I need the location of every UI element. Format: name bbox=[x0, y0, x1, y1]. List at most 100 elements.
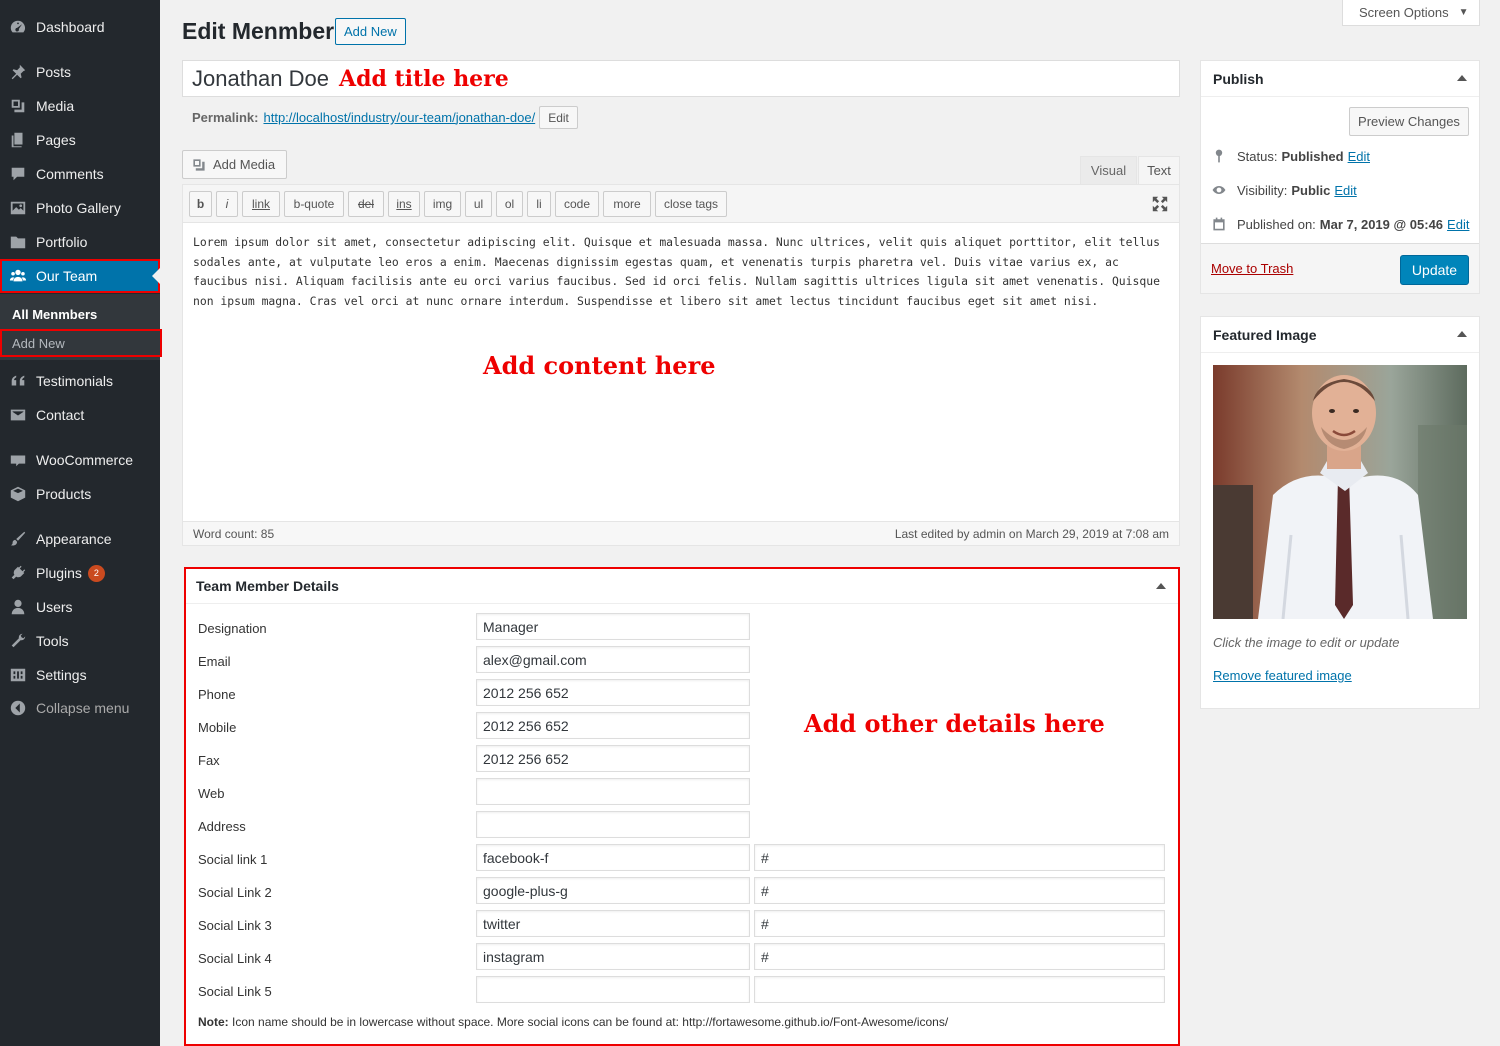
team-details-heading: Team Member Details bbox=[196, 578, 339, 594]
social-link-3-icon-input[interactable]: twitter bbox=[476, 910, 750, 937]
menu-label: Appearance bbox=[36, 531, 112, 547]
update-button[interactable]: Update bbox=[1400, 255, 1469, 285]
qt-link-button[interactable]: link bbox=[242, 191, 280, 217]
quote-icon bbox=[0, 372, 36, 390]
designation-input[interactable]: Manager bbox=[476, 613, 750, 640]
mobile-input[interactable]: 2012 256 652 bbox=[476, 712, 750, 739]
permalink-slug: jonathan-doe/ bbox=[455, 110, 536, 125]
qt-bold-button[interactable]: b bbox=[189, 191, 212, 217]
qt-img-button[interactable]: img bbox=[424, 191, 461, 217]
social-link-1-icon-input[interactable]: facebook-f bbox=[476, 844, 750, 871]
permalink-link[interactable]: http://localhost/industry/our-team/jonat… bbox=[263, 110, 535, 125]
menu-label: Our Team bbox=[36, 268, 98, 284]
tab-text[interactable]: Text bbox=[1138, 156, 1180, 184]
menu-portfolio[interactable]: Portfolio bbox=[0, 225, 160, 259]
status-value: Published bbox=[1281, 148, 1344, 164]
qt-ins-button[interactable]: ins bbox=[388, 191, 420, 217]
menu-label: Contact bbox=[36, 407, 85, 423]
featured-image-thumbnail[interactable] bbox=[1213, 365, 1467, 619]
add-new-button[interactable]: Add New bbox=[335, 18, 406, 45]
qt-ol-button[interactable]: ol bbox=[496, 191, 523, 217]
preview-changes-button[interactable]: Preview Changes bbox=[1349, 107, 1469, 136]
menu-testimonials[interactable]: Testimonials bbox=[0, 364, 160, 398]
collapse-menu[interactable]: Collapse menu bbox=[0, 691, 160, 725]
pin-marker-icon bbox=[1215, 149, 1223, 163]
qt-code-button[interactable]: code bbox=[555, 191, 599, 217]
featured-image-heading: Featured Image bbox=[1213, 326, 1317, 343]
menu-label: Collapse menu bbox=[36, 700, 130, 716]
social-link-3-url-input[interactable]: # bbox=[754, 910, 1165, 937]
social-link-4-url-input[interactable]: # bbox=[754, 943, 1165, 970]
web-input[interactable] bbox=[476, 778, 750, 805]
social-link-5-url-input[interactable] bbox=[754, 976, 1165, 1003]
menu-posts[interactable]: Posts bbox=[0, 55, 160, 89]
permalink-row: Permalink: http://localhost/industry/our… bbox=[192, 106, 578, 129]
qt-more-button[interactable]: more bbox=[603, 191, 651, 217]
admin-sidebar: Dashboard Posts Media Pages Comments Pho… bbox=[0, 0, 162, 1046]
email-label: Email bbox=[198, 654, 231, 669]
tab-visual[interactable]: Visual bbox=[1080, 156, 1137, 184]
menu-products[interactable]: Products bbox=[0, 477, 160, 511]
team-details-header[interactable]: Team Member Details bbox=[186, 569, 1178, 604]
menu-comments[interactable]: Comments bbox=[0, 157, 160, 191]
email-input[interactable]: alex@gmail.com bbox=[476, 646, 750, 673]
status-edit-link[interactable]: Edit bbox=[1348, 149, 1370, 164]
permalink-base: http://localhost/industry/our-team/ bbox=[263, 110, 456, 125]
publish-header[interactable]: Publish bbox=[1201, 61, 1479, 97]
visibility-value: Public bbox=[1291, 182, 1331, 198]
social-link-1-url-input[interactable]: # bbox=[754, 844, 1165, 871]
media-icon bbox=[193, 158, 205, 171]
menu-pages[interactable]: Pages bbox=[0, 123, 160, 157]
menu-label: Tools bbox=[36, 633, 69, 649]
web-label: Web bbox=[198, 786, 225, 801]
menu-media[interactable]: Media bbox=[0, 89, 160, 123]
menu-woocommerce[interactable]: WooCommerce bbox=[0, 443, 160, 477]
page-title: Edit Menmber bbox=[182, 18, 335, 44]
qt-close-tags-button[interactable]: close tags bbox=[655, 191, 727, 217]
social-link-4-icon-input[interactable]: instagram bbox=[476, 943, 750, 970]
menu-plugins[interactable]: Plugins 2 bbox=[0, 556, 160, 590]
calendar-icon bbox=[1213, 217, 1225, 231]
menu-settings[interactable]: Settings bbox=[0, 658, 160, 692]
collapse-arrow-icon[interactable] bbox=[1156, 583, 1166, 589]
qt-li-button[interactable]: li bbox=[527, 191, 551, 217]
plugin-update-badge: 2 bbox=[87, 564, 105, 582]
fullscreen-icon[interactable] bbox=[1151, 195, 1169, 213]
published-edit-link[interactable]: Edit bbox=[1447, 217, 1469, 232]
phone-input[interactable]: 2012 256 652 bbox=[476, 679, 750, 706]
submenu-add-new[interactable]: Add New bbox=[0, 329, 162, 357]
menu-users[interactable]: Users bbox=[0, 590, 160, 624]
qt-bquote-button[interactable]: b-quote bbox=[284, 191, 344, 217]
remove-featured-image-link[interactable]: Remove featured image bbox=[1213, 668, 1352, 683]
qt-italic-button[interactable]: i bbox=[216, 191, 238, 217]
last-edited: Last edited by admin on March 29, 2019 a… bbox=[894, 526, 1169, 541]
menu-appearance[interactable]: Appearance bbox=[0, 522, 160, 556]
fax-input[interactable]: 2012 256 652 bbox=[476, 745, 750, 772]
screen-options-button[interactable]: Screen Options ▼ bbox=[1342, 0, 1480, 26]
settings-icon bbox=[0, 666, 36, 684]
menu-photo-gallery[interactable]: Photo Gallery bbox=[0, 191, 160, 225]
social-link-5-icon-input[interactable] bbox=[476, 976, 750, 1003]
post-title-input[interactable]: Jonathan Doe Add title here bbox=[182, 60, 1180, 97]
menu-tools[interactable]: Tools bbox=[0, 624, 160, 658]
permalink-edit-button[interactable]: Edit bbox=[539, 106, 578, 129]
menu-dashboard[interactable]: Dashboard bbox=[0, 10, 160, 44]
address-label: Address bbox=[198, 819, 246, 834]
move-to-trash-link[interactable]: Move to Trash bbox=[1211, 261, 1293, 276]
featured-image-header[interactable]: Featured Image bbox=[1201, 317, 1479, 353]
collapse-arrow-icon[interactable] bbox=[1457, 75, 1467, 81]
collapse-arrow-icon[interactable] bbox=[1457, 331, 1467, 337]
content-textarea[interactable]: Lorem ipsum dolor sit amet, consectetur … bbox=[193, 233, 1171, 311]
word-count: Word count: 85 bbox=[193, 526, 275, 541]
menu-our-team[interactable]: Our Team bbox=[0, 259, 160, 293]
menu-label: Photo Gallery bbox=[36, 200, 121, 216]
qt-del-button[interactable]: del bbox=[348, 191, 384, 217]
menu-contact[interactable]: Contact bbox=[0, 398, 160, 432]
address-input[interactable] bbox=[476, 811, 750, 838]
social-link-2-icon-input[interactable]: google-plus-g bbox=[476, 877, 750, 904]
social-link-2-url-input[interactable]: # bbox=[754, 877, 1165, 904]
qt-ul-button[interactable]: ul bbox=[465, 191, 492, 217]
visibility-edit-link[interactable]: Edit bbox=[1334, 183, 1356, 198]
add-media-button[interactable]: Add Media bbox=[182, 150, 287, 179]
submenu-all-members[interactable]: All Menmbers bbox=[0, 300, 160, 328]
